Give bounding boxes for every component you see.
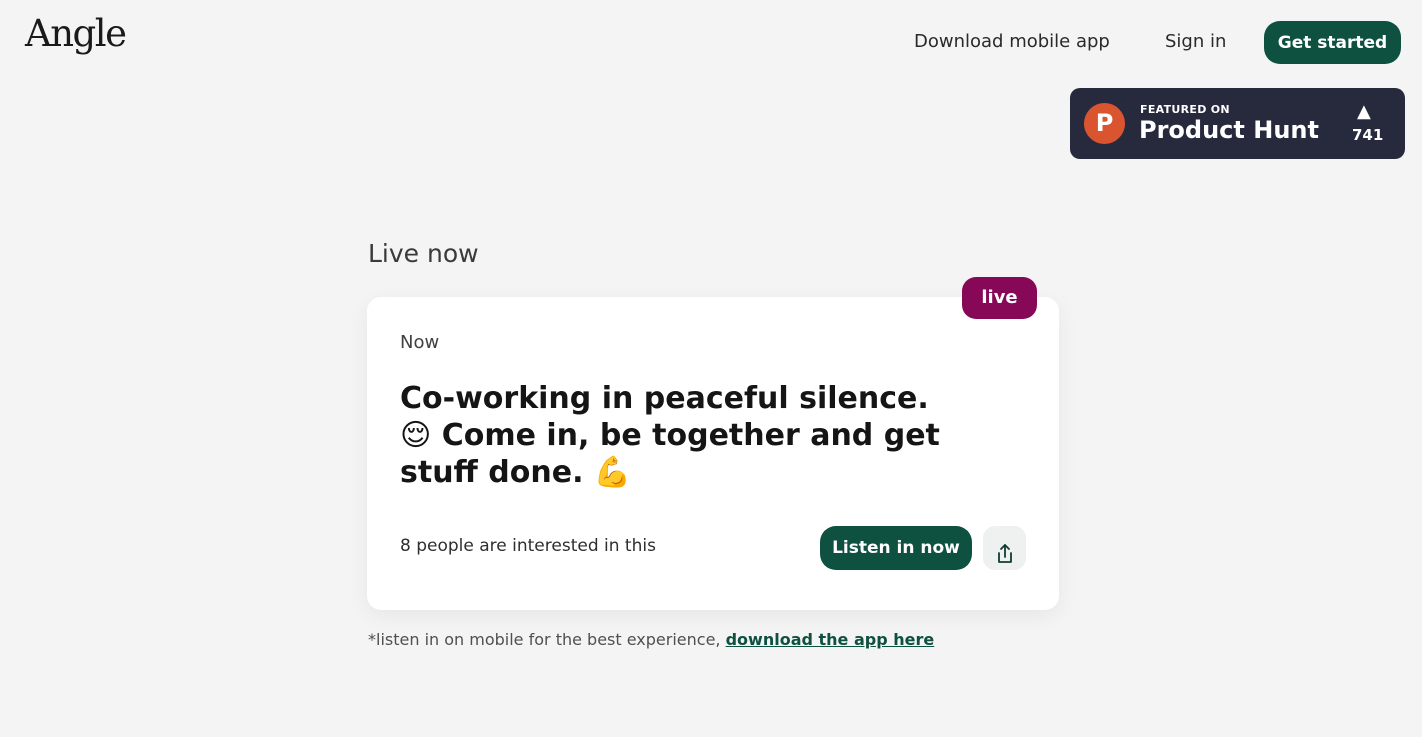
download-mobile-app-link[interactable]: Download mobile app xyxy=(914,31,1110,52)
footnote-text: *listen in on mobile for the best experi… xyxy=(368,630,726,649)
interest-count: 8 people are interested in this xyxy=(400,536,656,556)
footnote: *listen in on mobile for the best experi… xyxy=(368,630,934,649)
angle-logo[interactable]: Angle xyxy=(25,12,127,56)
share-button[interactable] xyxy=(983,526,1026,570)
live-badge: live xyxy=(962,277,1037,319)
event-title: Co-working in peaceful silence. 😌 Come i… xyxy=(400,381,940,490)
event-card: Now Co-working in peaceful silence. 😌 Co… xyxy=(367,297,1059,610)
product-hunt-featured-label: FEATURED ON xyxy=(1140,103,1230,116)
section-title: Live now xyxy=(368,239,479,268)
product-hunt-logo-icon: P xyxy=(1084,103,1125,144)
listen-in-now-button[interactable]: Listen in now xyxy=(820,526,972,570)
product-hunt-name: Product Hunt xyxy=(1139,116,1319,144)
product-hunt-badge[interactable]: P FEATURED ON Product Hunt ▲ 741 xyxy=(1070,88,1405,159)
share-icon xyxy=(997,543,1012,563)
sign-in-link[interactable]: Sign in xyxy=(1165,31,1226,52)
upvote-arrow-icon: ▲ xyxy=(1357,101,1371,122)
event-time: Now xyxy=(400,332,440,353)
download-app-link[interactable]: download the app here xyxy=(726,630,935,649)
get-started-button[interactable]: Get started xyxy=(1264,21,1401,64)
upvote-count: 741 xyxy=(1352,126,1384,144)
